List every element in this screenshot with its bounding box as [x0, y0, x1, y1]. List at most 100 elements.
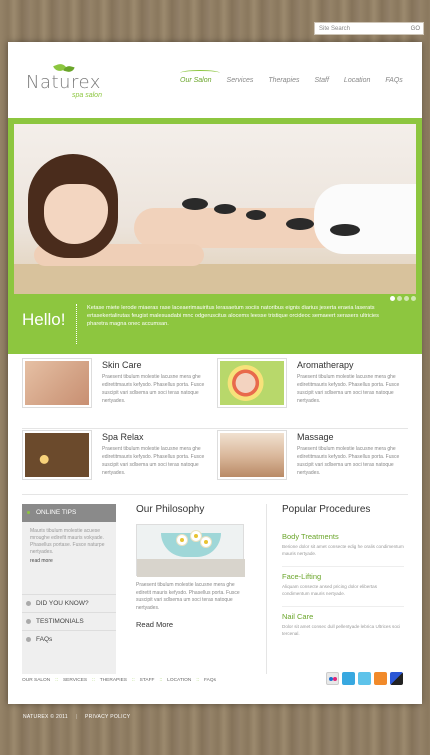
copyright-bar: NATUREX © 2011 | PRIVACY POLICY: [23, 714, 130, 720]
procedure-title[interactable]: Nail Care: [282, 612, 404, 621]
service-card-aromatherapy[interactable]: Aromatherapy Praesent tibulum molestie l…: [217, 358, 407, 416]
flower-icon: [201, 537, 211, 547]
service-card-spa-relax[interactable]: Spa Relax Praesent tibulum molestie lacu…: [22, 430, 212, 488]
sidebar-link-testimonials[interactable]: TESTIMONIALS: [22, 612, 116, 630]
slide-dot[interactable]: [397, 296, 402, 301]
hero-caption: Hello! Ketase miete lerode miaeras rase …: [8, 296, 422, 348]
philosophy-text: Praesent tibulum molestie lacusne mera g…: [136, 582, 240, 611]
nav-item-services[interactable]: Services: [227, 77, 254, 84]
service-title[interactable]: Skin Care: [102, 360, 142, 370]
nav-item-location[interactable]: Location: [344, 77, 370, 84]
procedure-item[interactable]: Body Treatments Berione dolor sit amet c…: [282, 532, 404, 558]
main-nav: Our Salon Services Therapies Staff Locat…: [180, 77, 418, 84]
flower-icon: [191, 531, 201, 541]
service-card-massage[interactable]: Massage Praesent tibulum molestie lacusn…: [217, 430, 407, 488]
service-thumb[interactable]: [217, 358, 287, 408]
footer-link-therapies[interactable]: THERAPIES: [100, 678, 127, 683]
procedure-text: Aliquam consecte ansed pricing dolor eli…: [282, 584, 377, 596]
footer-nav: OUR SALON :: SERVICES :: THERAPIES :: ST…: [22, 678, 216, 683]
search-go-button[interactable]: GO: [411, 25, 420, 33]
service-text: Praesent tibulum molestie lacusne mera g…: [102, 446, 205, 476]
hero-towel: [314, 184, 416, 254]
twitter-icon[interactable]: [358, 672, 371, 685]
hot-stone: [286, 218, 314, 230]
sidebar-link-faqs[interactable]: FAQs: [22, 630, 116, 648]
footer-separator: ::: [55, 678, 58, 683]
sidebar-link-label: DID YOU KNOW?: [36, 600, 89, 607]
delicious-icon[interactable]: [390, 672, 403, 685]
sidebar-link-did-you-know[interactable]: DID YOU KNOW?: [22, 594, 116, 612]
footer-separator: ::: [92, 678, 95, 683]
slide-dot[interactable]: [390, 296, 395, 301]
service-title[interactable]: Spa Relax: [102, 432, 144, 442]
nav-active-swoosh: [180, 70, 220, 76]
logo[interactable]: Naturex spa salon: [26, 62, 136, 104]
divider: [282, 606, 404, 607]
service-thumb[interactable]: [217, 430, 287, 480]
hot-stone: [182, 198, 208, 210]
service-card-skin-care[interactable]: Skin Care Praesent tibulum molestie lacu…: [22, 358, 212, 416]
footer-link-services[interactable]: SERVICES: [63, 678, 87, 683]
philosophy-image: [136, 524, 245, 577]
philosophy-read-more-link[interactable]: Read More: [136, 620, 173, 629]
divider: [22, 494, 408, 495]
nav-item-our-salon[interactable]: Our Salon: [180, 77, 212, 84]
bullet-icon: [27, 511, 30, 514]
hero-mat: [14, 264, 416, 294]
footer-link-location[interactable]: LOCATION: [167, 678, 191, 683]
arrow-icon: [26, 601, 31, 606]
hero-text: Ketase miete lerode miaeras rase laceaer…: [87, 305, 379, 327]
footer-separator: ::: [131, 678, 135, 683]
arrow-icon: [26, 619, 31, 624]
sidebar-tips: ONLINE TIPS Mauris tibulum molestie acue…: [22, 504, 116, 674]
procedure-title[interactable]: Body Treatments: [282, 532, 404, 541]
privacy-policy-link[interactable]: PRIVACY POLICY: [85, 714, 130, 720]
hero-banner: Hello! Ketase miete lerode miaeras rase …: [8, 118, 422, 354]
flickr-icon[interactable]: [326, 672, 339, 685]
page-container: Naturex spa salon Our Salon Services The…: [8, 42, 422, 704]
slide-dot[interactable]: [411, 296, 416, 301]
procedure-item[interactable]: Nail Care Dolor sit amet consec dull pel…: [282, 612, 404, 638]
footer-separator: ::: [196, 678, 200, 683]
procedure-title[interactable]: Face-Lifting: [282, 572, 404, 581]
tips-read-more-link[interactable]: read more: [22, 558, 116, 564]
hero-image: [14, 124, 416, 294]
nav-item-therapies[interactable]: Therapies: [268, 77, 299, 84]
skype-icon[interactable]: [342, 672, 355, 685]
services-grid: Skin Care Praesent tibulum molestie lacu…: [22, 358, 410, 488]
logo-tagline: spa salon: [72, 92, 102, 99]
hot-stone: [330, 224, 360, 236]
service-thumb[interactable]: [22, 358, 92, 408]
copyright-separator: |: [75, 714, 78, 720]
slide-pager: [390, 296, 416, 301]
service-title[interactable]: Massage: [297, 432, 334, 442]
nav-item-staff[interactable]: Staff: [315, 77, 329, 84]
hot-stone: [246, 210, 266, 220]
copyright-text: NATUREX © 2011: [23, 714, 68, 720]
pebbles-shape: [137, 559, 245, 577]
search-placeholder: Site Search: [319, 26, 351, 32]
sidebar-link-label: FAQs: [36, 636, 53, 643]
hot-stone: [214, 204, 236, 214]
tips-header: ONLINE TIPS: [22, 504, 116, 522]
divider: [282, 566, 404, 567]
service-title[interactable]: Aromatherapy: [297, 360, 354, 370]
procedures-title: Popular Procedures: [282, 504, 371, 515]
slide-dot[interactable]: [404, 296, 409, 301]
procedures-section: Popular Procedures Body Treatments Berio…: [282, 504, 410, 674]
tips-text: Mauris tibulum molestie acuese mroughe e…: [30, 528, 105, 555]
nav-item-faqs[interactable]: FAQs: [385, 77, 402, 84]
search-input[interactable]: Site Search GO: [314, 22, 424, 35]
philosophy-section: Our Philosophy Praesent tibulum molestie…: [136, 504, 251, 674]
service-text: Praesent tibulum molestie lacusne mera g…: [102, 374, 205, 404]
procedure-item[interactable]: Face-Lifting Aliquam consecte ansed pric…: [282, 572, 404, 598]
footer-link-staff[interactable]: STAFF: [140, 678, 155, 683]
divider: [22, 428, 408, 429]
philosophy-title: Our Philosophy: [136, 504, 205, 515]
tips-title: ONLINE TIPS: [36, 509, 77, 516]
rss-icon[interactable]: [374, 672, 387, 685]
service-thumb[interactable]: [22, 430, 92, 480]
logo-name: Naturex: [26, 72, 101, 93]
footer-link-faqs[interactable]: FAQs: [204, 678, 216, 683]
footer-link-our-salon[interactable]: OUR SALON: [22, 678, 50, 683]
